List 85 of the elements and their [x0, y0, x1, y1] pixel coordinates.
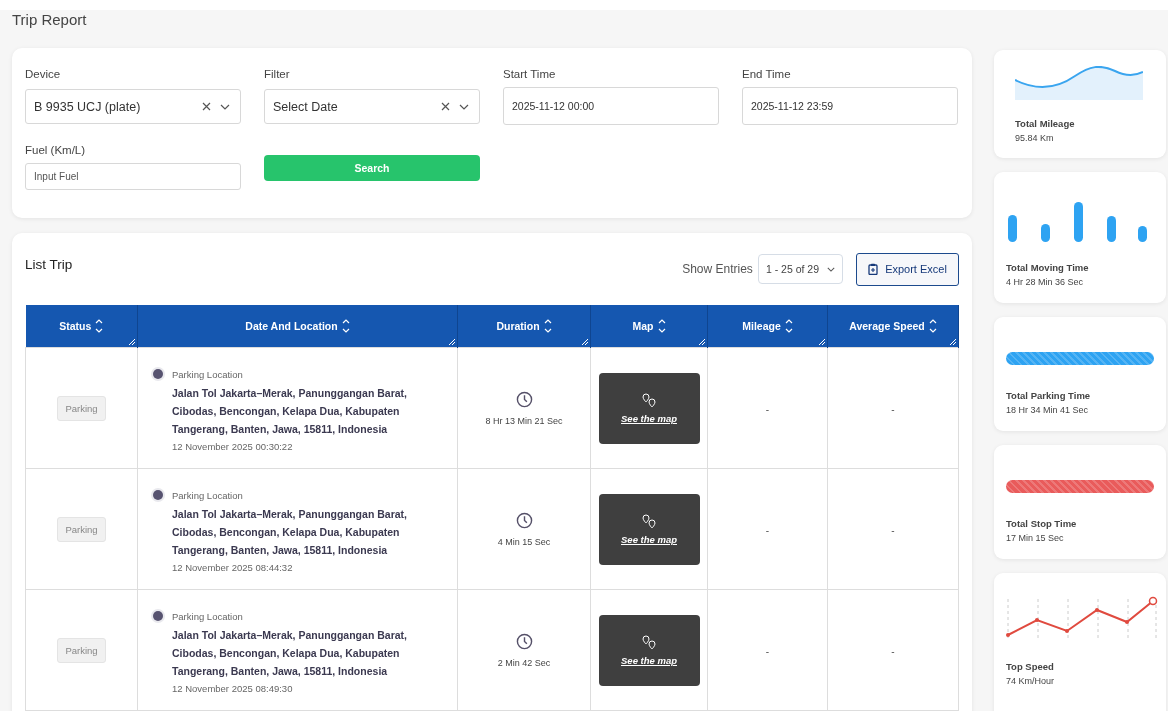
- location-dot-icon: [151, 487, 165, 502]
- export-excel-button[interactable]: Export Excel: [856, 252, 959, 286]
- status-badge: Parking: [57, 516, 106, 542]
- duration-text: 8 Hr 13 Min 21 Sec: [485, 415, 563, 426]
- location-dot-icon: [151, 366, 165, 381]
- stat-value: 95.84 Km: [1015, 133, 1055, 143]
- column-header[interactable]: Mileage: [707, 305, 828, 348]
- date-time-field[interactable]: 2025-11-12 00:00: [503, 87, 719, 125]
- stat-label: Total Parking Time: [1006, 390, 1092, 401]
- column-header[interactable]: Map: [590, 305, 708, 348]
- address-text: Jalan Tol Jakarta–Merak, Panunggangan Barat, Cibodas, Bencongan, Kelapa Dua, Kabupaten Tangerang, Banten, Jawa, 15811, Indonesia: [172, 385, 408, 437]
- table-cell: -: [891, 525, 895, 536]
- timestamp-text: 12 November 2025 08:44:32: [172, 561, 294, 573]
- date-time-field[interactable]: 2025-11-12 23:59: [742, 87, 958, 125]
- map-pins-icon: [642, 513, 656, 530]
- sort-icon[interactable]: [341, 318, 350, 334]
- table-cell: -: [765, 646, 770, 657]
- stat-label: Total Stop Time: [1006, 518, 1078, 529]
- resize-handle-icon[interactable]: [582, 339, 588, 345]
- see-map-link[interactable]: See the map: [621, 533, 677, 545]
- field-label: Filter: [264, 68, 291, 80]
- column-header[interactable]: Average Speed: [827, 305, 959, 348]
- resize-handle-icon[interactable]: [449, 339, 455, 345]
- chevron-down-icon[interactable]: [827, 266, 835, 272]
- select-field[interactable]: Select Date: [264, 89, 480, 124]
- stat-value: 4 Hr 28 Min 36 Sec: [1006, 277, 1085, 287]
- sort-icon[interactable]: [784, 318, 793, 334]
- stat-label: Top Speed: [1006, 661, 1055, 672]
- location-dot-icon: [151, 608, 165, 623]
- stat-value: 18 Hr 34 Min 41 Sec: [1006, 405, 1090, 415]
- table-cell: -: [891, 404, 895, 415]
- map-thumbnail[interactable]: See the map: [598, 372, 700, 444]
- table-cell: -: [891, 646, 895, 657]
- timestamp-text: 12 November 2025 00:30:22: [172, 440, 294, 452]
- sort-icon[interactable]: [928, 318, 937, 334]
- stat-value: 17 Min 15 Sec: [1006, 533, 1065, 543]
- status-badge: Parking: [57, 637, 106, 663]
- clipboard-icon: [868, 263, 879, 275]
- sort-icon[interactable]: [95, 318, 104, 334]
- table-cell: -: [765, 404, 770, 415]
- clock-icon: [515, 511, 533, 529]
- duration-text: 2 Min 42 Sec: [497, 657, 551, 668]
- page-title: Trip Report: [12, 11, 88, 30]
- map-thumbnail[interactable]: See the map: [598, 614, 700, 686]
- field-label: Start Time: [503, 68, 557, 80]
- select-field[interactable]: B 9935 UCJ (plate): [25, 89, 241, 124]
- chevron-down-icon[interactable]: [459, 103, 469, 110]
- status-badge: Parking: [57, 395, 106, 421]
- column-header[interactable]: Status: [25, 305, 138, 348]
- clear-icon[interactable]: [441, 102, 450, 111]
- field-label: End Time: [742, 68, 792, 80]
- show-entries-label: Show Entries: [682, 262, 753, 276]
- clock-icon: [515, 390, 533, 408]
- field-label: Fuel (Km/L): [25, 144, 87, 156]
- section-title: List Trip: [25, 256, 73, 272]
- resize-handle-icon[interactable]: [950, 339, 956, 345]
- address-text: Jalan Tol Jakarta–Merak, Panunggangan Barat, Cibodas, Bencongan, Kelapa Dua, Kabupaten Tangerang, Banten, Jawa, 15811, Indonesia: [172, 506, 408, 558]
- column-header[interactable]: Duration: [457, 305, 591, 348]
- see-map-link[interactable]: See the map: [621, 412, 677, 424]
- duration-text: 4 Min 15 Sec: [497, 536, 551, 547]
- clear-icon[interactable]: [202, 102, 211, 111]
- clock-icon: [515, 632, 533, 650]
- location-label: Parking Location: [172, 610, 244, 622]
- stat-label: Total Moving Time: [1006, 262, 1090, 273]
- chevron-down-icon[interactable]: [220, 103, 230, 110]
- address-text: Jalan Tol Jakarta–Merak, Panunggangan Barat, Cibodas, Bencongan, Kelapa Dua, Kabupaten Tangerang, Banten, Jawa, 15811, Indonesia: [172, 627, 408, 679]
- map-pins-icon: [642, 392, 656, 409]
- sort-icon[interactable]: [657, 318, 666, 334]
- timestamp-text: 12 November 2025 08:49:30: [172, 682, 294, 694]
- stat-label: Total Mileage: [1015, 118, 1076, 129]
- entries-select[interactable]: 1 - 25 of 29: [757, 254, 843, 284]
- stat-value: 74 Km/Hour: [1006, 676, 1056, 686]
- location-label: Parking Location: [172, 368, 244, 380]
- fuel-input-field[interactable]: Input Fuel: [25, 163, 241, 190]
- location-label: Parking Location: [172, 489, 244, 501]
- see-map-link[interactable]: See the map: [621, 654, 677, 666]
- resize-handle-icon[interactable]: [819, 339, 825, 345]
- resize-handle-icon[interactable]: [129, 339, 135, 345]
- map-thumbnail[interactable]: See the map: [598, 493, 700, 565]
- map-pins-icon: [642, 634, 656, 651]
- field-label: Device: [25, 68, 62, 80]
- column-header[interactable]: Date And Location: [137, 305, 458, 348]
- table-cell: -: [765, 525, 770, 536]
- resize-handle-icon[interactable]: [699, 339, 705, 345]
- sort-icon[interactable]: [543, 318, 552, 334]
